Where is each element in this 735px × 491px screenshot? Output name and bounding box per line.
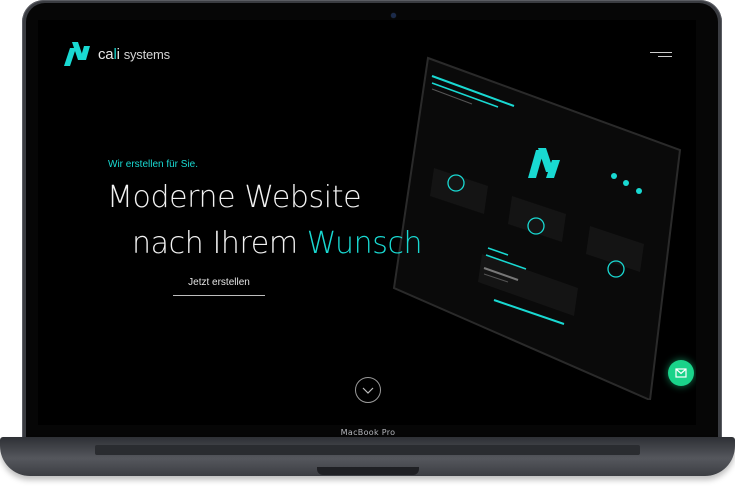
logo-brand-text: ca [98,45,114,63]
scroll-down-button[interactable] [355,377,381,403]
hero-title-accent: Wunsch [306,226,423,261]
logo-icon [64,42,90,66]
device-model-label: MacBook Pro [340,428,396,437]
logo-wordmark: cali systems [98,46,170,63]
laptop-base [0,437,735,476]
logo-suffix-text: i [116,45,120,63]
website-illustration [392,56,682,400]
hero-title-line1: Moderne Website [107,180,362,215]
hero-eyebrow: Wir erstellen für Sie. [108,159,199,170]
site-logo[interactable]: cali systems [62,40,170,68]
website-screen: cali systems Wir erstellen für Sie. Mode… [38,20,696,425]
contact-button[interactable] [668,360,694,386]
lid-notch [317,467,419,475]
hero-title-line2-prefix: nach Ihrem [132,226,307,261]
camera-icon [391,13,396,18]
chevron-down-icon [362,387,374,394]
laptop-mockup: cali systems Wir erstellen für Sie. Mode… [0,0,735,491]
keyboard-edge [95,445,640,455]
mail-icon [675,368,687,378]
hero-title-line2: nach Ihrem Wunsch [132,226,423,261]
create-now-button[interactable]: Jetzt erstellen [173,275,265,296]
logo-systems-text: systems [123,46,170,62]
